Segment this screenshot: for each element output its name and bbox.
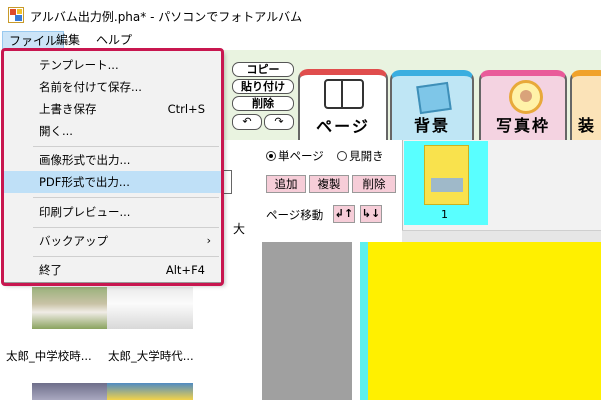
duplicate-page-button[interactable]: 複製 xyxy=(309,175,349,193)
size-label-large: 大 xyxy=(233,222,246,236)
add-page-button[interactable]: 追加 xyxy=(266,175,306,193)
photo-thumbnail[interactable] xyxy=(107,383,193,400)
photo-thumbnail[interactable] xyxy=(32,287,107,329)
background-icon xyxy=(416,81,452,115)
thumbnail-caption: 太郎_中学校時... xyxy=(6,349,92,363)
page-mode-options: 単ページ 見開き xyxy=(266,148,384,164)
page-thumbnail[interactable] xyxy=(424,145,469,205)
tab-decoration-label: 装 xyxy=(578,116,597,135)
move-page-down-button[interactable]: ↳↓ xyxy=(360,205,382,223)
paste-button[interactable]: 貼り付け xyxy=(232,79,294,94)
spread-label: 見開き xyxy=(349,149,384,163)
spread-radio[interactable] xyxy=(337,151,348,161)
title-bar: アルバム出力例.pha* - パソコンでフォトアルバム xyxy=(0,0,601,31)
tab-page[interactable]: ページ xyxy=(298,69,388,141)
tab-background-label: 背景 xyxy=(413,116,450,135)
page-move-label: ページ移動 xyxy=(266,208,324,222)
tab-photo-frame[interactable]: 写真枠 xyxy=(479,70,567,140)
tab-photo-frame-label: 写真枠 xyxy=(495,116,550,135)
undo-redo-group: ↶ ↷ xyxy=(232,114,294,130)
canvas-page-edge xyxy=(360,242,368,400)
canvas-page[interactable] xyxy=(368,242,601,400)
app-icon xyxy=(8,7,24,23)
tab-page-label: ページ xyxy=(316,117,370,136)
photo-frame-icon xyxy=(509,80,543,114)
photo-thumbnail[interactable] xyxy=(107,287,193,329)
delete-button[interactable]: 削除 xyxy=(232,96,294,111)
photo-thumbnail[interactable] xyxy=(32,383,107,400)
copy-button[interactable]: コピー xyxy=(232,62,294,77)
page-number: 1 xyxy=(441,208,448,221)
canvas-margin xyxy=(352,242,360,400)
page-strip-scrollbar[interactable] xyxy=(402,230,601,242)
move-page-up-button[interactable]: ↲↑ xyxy=(333,205,355,223)
tab-background[interactable]: 背景 xyxy=(390,70,474,140)
redo-button[interactable]: ↷ xyxy=(264,114,294,130)
undo-button[interactable]: ↶ xyxy=(232,114,262,130)
window-title: アルバム出力例.pha* - パソコンでフォトアルバム xyxy=(30,10,303,24)
delete-page-button[interactable]: 削除 xyxy=(352,175,396,193)
book-icon xyxy=(324,79,364,109)
single-page-label: 単ページ xyxy=(278,149,324,163)
single-page-radio[interactable] xyxy=(266,151,276,161)
thumbnail-caption: 太郎_大学時代... xyxy=(108,349,194,363)
annotation-highlight-frame xyxy=(1,48,224,286)
tab-decoration[interactable]: 装 xyxy=(570,70,601,140)
